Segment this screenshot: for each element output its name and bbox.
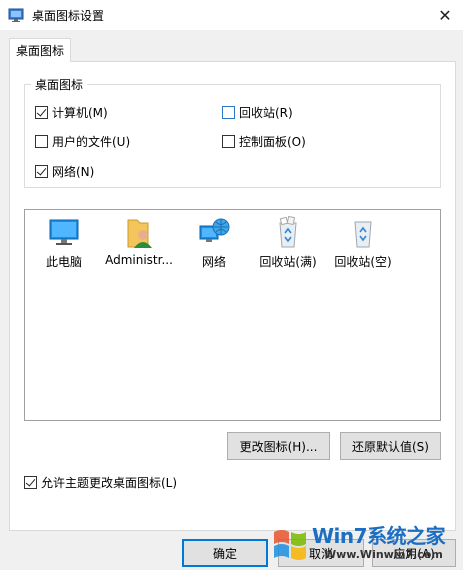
checkbox-label: 允许主题更改桌面图标(L) [41,475,178,490]
icon-label: 回收站(满) [259,255,317,269]
checkbox-recycle-bin[interactable]: 回收站(R) [222,104,293,120]
checkbox-box[interactable] [35,134,48,148]
ok-button[interactable]: 确定 [182,539,268,567]
cancel-button[interactable]: 取消 [278,539,364,567]
recycle-bin-empty-icon [354,221,372,248]
tab-label: 桌面图标 [15,44,64,58]
group-legend: 桌面图标 [31,76,88,93]
recycle-bin-full-icon [279,216,297,248]
icon-label: 回收站(空) [334,255,392,269]
checkbox-box[interactable] [35,105,48,119]
network-icon [199,218,230,242]
change-icon-button[interactable]: 更改图标(H)... [227,432,330,460]
checkbox-label: 回收站(R) [239,105,293,120]
icon-label: Administr... [105,253,173,267]
checkbox-label: 网络(N) [52,164,95,179]
checkbox-box[interactable] [222,105,235,119]
close-button[interactable]: ✕ [427,0,463,30]
list-item-administrator[interactable]: Administr... [102,216,176,276]
checkbox-label: 控制面板(O) [239,134,306,149]
restore-default-button[interactable]: 还原默认值(S) [340,432,441,460]
icon-label: 网络 [201,255,226,269]
close-icon: ✕ [438,5,452,25]
checkbox-allow-themes[interactable]: 允许主题更改桌面图标(L) [24,474,177,490]
title-bar: 桌面图标设置 ✕ [0,0,463,30]
checkbox-label: 计算机(M) [52,105,108,120]
apply-button[interactable]: 应用(A) [372,539,456,567]
icon-list-view[interactable]: 此电脑 Administr... 网络 回收站(满) 回收站(空) [24,209,441,421]
desktop-settings-icon [8,7,24,23]
user-folder-icon [127,219,152,248]
checkbox-label: 用户的文件(U) [52,134,131,149]
window-title: 桌面图标设置 [32,9,105,23]
checkbox-network[interactable]: 网络(N) [35,163,94,179]
checkbox-box[interactable] [222,134,235,148]
list-item-this-pc[interactable]: 此电脑 [27,216,101,276]
checkbox-control-panel[interactable]: 控制面板(O) [222,133,306,149]
icon-label: 此电脑 [45,255,82,269]
list-item-recycle-bin-full[interactable]: 回收站(满) [251,216,325,276]
checkbox-box[interactable] [35,164,48,178]
tab-desktop-icons[interactable]: 桌面图标 [9,38,71,62]
checkbox-computer[interactable]: 计算机(M) [35,104,108,120]
list-item-network[interactable]: 网络 [177,216,251,276]
checkbox-user-files[interactable]: 用户的文件(U) [35,133,130,149]
list-item-recycle-bin-empty[interactable]: 回收站(空) [326,216,400,276]
this-pc-icon [49,219,79,245]
checkbox-box[interactable] [24,475,37,489]
